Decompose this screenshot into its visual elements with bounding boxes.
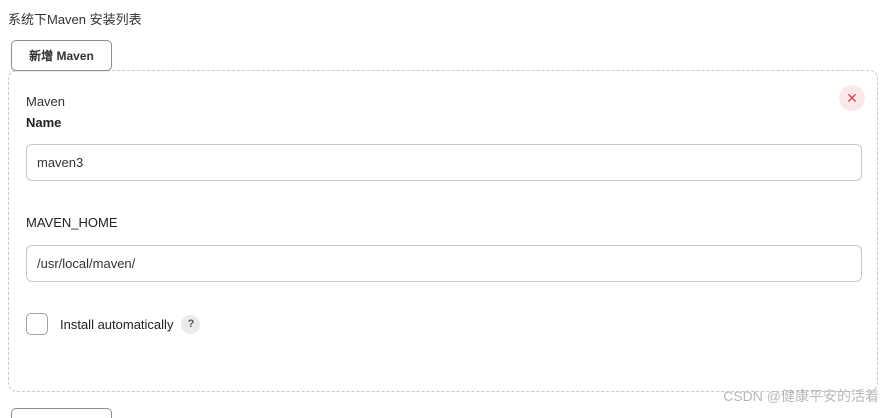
panel-header: Maven xyxy=(26,94,66,109)
install-automatically-checkbox[interactable] xyxy=(26,313,48,335)
name-input[interactable]: maven3 xyxy=(26,144,862,181)
maven-home-label: MAVEN_HOME xyxy=(26,215,118,230)
maven-installation-panel: Maven ✕ Name maven3 MAVEN_HOME /usr/loca… xyxy=(8,70,878,392)
add-maven-button[interactable]: 新增 Maven xyxy=(11,40,112,71)
name-label: Name xyxy=(26,115,62,130)
watermark: CSDN @健康平安的活着 xyxy=(723,388,879,404)
section-title: 系统下Maven 安装列表 xyxy=(8,12,142,27)
maven-home-input[interactable]: /usr/local/maven/ xyxy=(26,245,862,282)
install-automatically-label[interactable]: Install automatically xyxy=(60,317,173,332)
close-icon[interactable]: ✕ xyxy=(839,85,865,111)
help-icon[interactable]: ? xyxy=(181,314,201,334)
add-button-bottom-stub[interactable] xyxy=(11,408,112,418)
install-automatically-row: Install automatically ? xyxy=(26,313,201,335)
